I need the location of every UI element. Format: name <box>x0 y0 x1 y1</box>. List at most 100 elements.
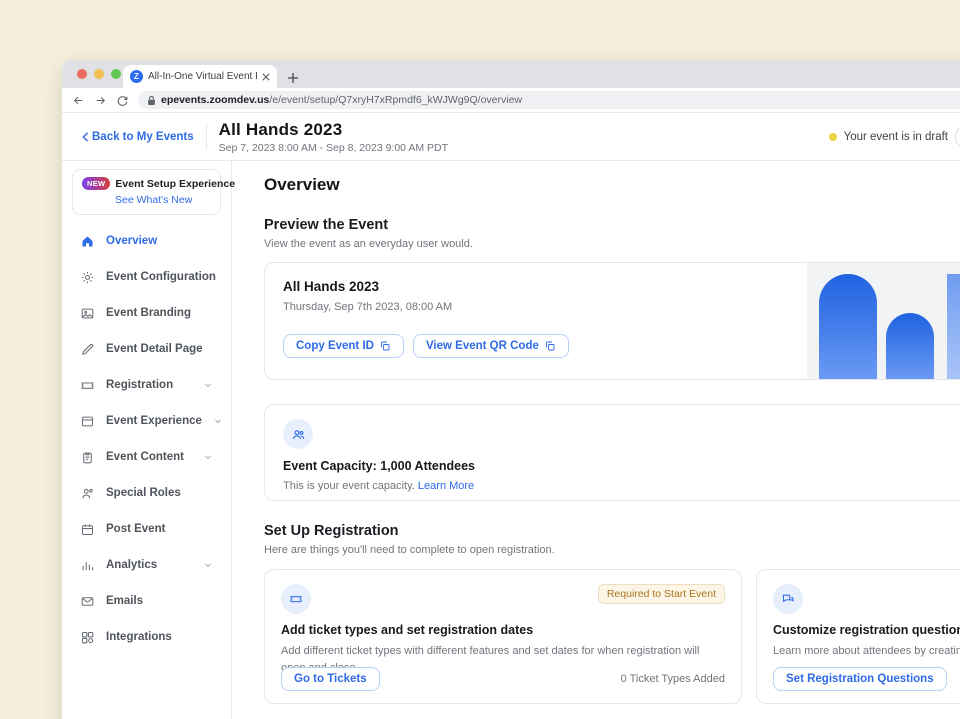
sidebar-item-special-roles[interactable]: Special Roles <box>72 475 221 511</box>
sidebar-item-label: Post Event <box>106 523 165 535</box>
sidebar-item-overview[interactable]: Overview <box>72 223 221 259</box>
preview-section-title: Preview the Event <box>264 217 960 233</box>
ticket-icon <box>281 584 311 614</box>
ticket-icon <box>80 378 95 393</box>
capacity-subtitle-text: This is your event capacity. <box>283 480 415 492</box>
header-divider <box>206 124 207 150</box>
gear-icon <box>80 270 95 285</box>
sidebar-item-integrations[interactable]: Integrations <box>72 619 221 655</box>
back-to-my-events-link[interactable]: Back to My Events <box>82 131 194 143</box>
sidebar-item-event-configuration[interactable]: Event Configuration <box>72 259 221 295</box>
sidebar-item-emails[interactable]: Emails <box>72 583 221 619</box>
attendees-icon <box>283 419 313 449</box>
event-cover-image <box>807 263 960 379</box>
promo-title: Event Setup Experience <box>115 178 235 190</box>
sidebar-item-post-event[interactable]: Post Event <box>72 511 221 547</box>
refresh-icon[interactable] <box>116 94 129 107</box>
browser-window: Z All-In-One Virtual Event Platfo epeven… <box>62 60 960 719</box>
registration-section-title: Set Up Registration <box>264 523 960 539</box>
capacity-title: Event Capacity: 1,000 Attendees <box>283 459 960 473</box>
tab-close-icon[interactable] <box>262 73 270 81</box>
copy-icon <box>379 340 391 352</box>
registration-cards-row: Required to Start Event Add ticket types… <box>264 569 960 704</box>
chat-icon <box>773 584 803 614</box>
event-title-block: All Hands 2023 Sep 7, 2023 8:00 AM - Sep… <box>219 120 448 154</box>
home-icon <box>80 234 95 249</box>
sidebar-item-label: Event Experience <box>106 415 202 427</box>
chart-icon <box>80 558 95 573</box>
see-whats-new-link[interactable]: See What's New <box>115 194 211 206</box>
capacity-subtitle: This is your event capacity. Learn More <box>283 480 960 492</box>
sidebar-item-label: Event Branding <box>106 307 191 319</box>
draft-status-dot <box>829 133 837 141</box>
learn-more-link[interactable]: Learn More <box>418 480 474 492</box>
card-description: Learn more about attendees by creating c… <box>773 643 960 660</box>
sidebar-item-event-content[interactable]: Event Content <box>72 439 221 475</box>
new-tab-button[interactable] <box>287 72 299 84</box>
browser-url-bar: epevents.zoomdev.us/e/event/setup/Q7xryH… <box>62 88 960 113</box>
sidebar-item-label: Integrations <box>106 631 172 643</box>
preview-section-subtitle: View the event as an everyday user would… <box>264 238 960 250</box>
clipboard-icon <box>80 450 95 465</box>
go-to-tickets-button[interactable]: Go to Tickets <box>281 667 380 691</box>
sidebar-item-label: Special Roles <box>106 487 181 499</box>
event-preview-card: All Hands 2023 Thursday, Sep 7th 2023, 0… <box>264 262 960 380</box>
sidebar-item-label: Registration <box>106 379 173 391</box>
registration-questions-card: Customize registration questions Learn m… <box>756 569 960 704</box>
back-icon[interactable] <box>72 94 85 107</box>
page-title: Overview <box>264 175 960 195</box>
minimize-window-button[interactable] <box>94 69 104 79</box>
draft-status-text: Your event is in draft <box>844 131 948 143</box>
person-icon <box>80 486 95 501</box>
sidebar-item-label: Emails <box>106 595 143 607</box>
copy-icon <box>544 340 556 352</box>
ticket-types-count: 0 Ticket Types Added <box>621 673 725 685</box>
sidebar-item-event-detail-page[interactable]: Event Detail Page <box>72 331 221 367</box>
view-qr-label: View Event QR Code <box>426 340 539 352</box>
image-icon <box>80 306 95 321</box>
sidebar-item-event-experience[interactable]: Event Experience <box>72 403 221 439</box>
view-event-qr-code-button[interactable]: View Event QR Code <box>413 334 569 358</box>
set-registration-questions-button[interactable]: Set Registration Questions <box>773 667 947 691</box>
sidebar-item-label: Event Content <box>106 451 184 463</box>
event-date-range: Sep 7, 2023 8:00 AM - Sep 8, 2023 9:00 A… <box>219 142 448 154</box>
sidebar-item-label: Overview <box>106 235 157 247</box>
sidebar-item-event-branding[interactable]: Event Branding <box>72 295 221 331</box>
address-bar[interactable]: epevents.zoomdev.us/e/event/setup/Q7xryH… <box>138 91 960 109</box>
copy-event-id-label: Copy Event ID <box>296 340 374 352</box>
url-path: /e/event/setup/Q7xryH7xRpmdf6_kWJWg9Q/ov… <box>269 94 522 106</box>
event-header: Back to My Events All Hands 2023 Sep 7, … <box>62 113 960 161</box>
chevron-down-icon <box>203 380 213 390</box>
browser-tab[interactable]: Z All-In-One Virtual Event Platfo <box>123 65 277 88</box>
lock-icon <box>147 95 156 106</box>
header-right: Your event is in draft <box>829 124 960 150</box>
tab-title: All-In-One Virtual Event Platfo <box>148 71 257 82</box>
browser-tab-strip: Z All-In-One Virtual Event Platfo <box>62 60 960 88</box>
sidebar-item-label: Event Detail Page <box>106 343 203 355</box>
header-action-button[interactable] <box>955 124 960 150</box>
new-badge: NEW <box>82 177 110 190</box>
event-capacity-card: Event Capacity: 1,000 Attendees This is … <box>264 404 960 501</box>
sidebar-item-label: Event Configuration <box>106 271 216 283</box>
close-window-button[interactable] <box>77 69 87 79</box>
new-experience-card: NEW Event Setup Experience See What's Ne… <box>72 169 221 215</box>
calendar-icon <box>80 522 95 537</box>
sidebar-item-analytics[interactable]: Analytics <box>72 547 221 583</box>
chevron-down-icon <box>213 416 223 426</box>
back-link-label: Back to My Events <box>92 131 194 143</box>
pencil-icon <box>80 342 95 357</box>
chevron-down-icon <box>203 452 213 462</box>
registration-section-subtitle: Here are things you'll need to complete … <box>264 544 960 556</box>
copy-event-id-button[interactable]: Copy Event ID <box>283 334 404 358</box>
cover-strip-shape <box>947 274 960 379</box>
zoom-window-button[interactable] <box>111 69 121 79</box>
card-title: Add ticket types and set registration da… <box>281 623 725 637</box>
overview-main: Overview Preview the Event View the even… <box>232 161 960 719</box>
window-controls <box>77 69 121 79</box>
forward-icon[interactable] <box>94 94 107 107</box>
zoom-favicon: Z <box>130 70 143 83</box>
zoom-events-app: Back to My Events All Hands 2023 Sep 7, … <box>62 113 960 719</box>
sidebar-item-registration[interactable]: Registration <box>72 367 221 403</box>
app-body: NEW Event Setup Experience See What's Ne… <box>62 161 960 719</box>
integrations-icon <box>80 630 95 645</box>
